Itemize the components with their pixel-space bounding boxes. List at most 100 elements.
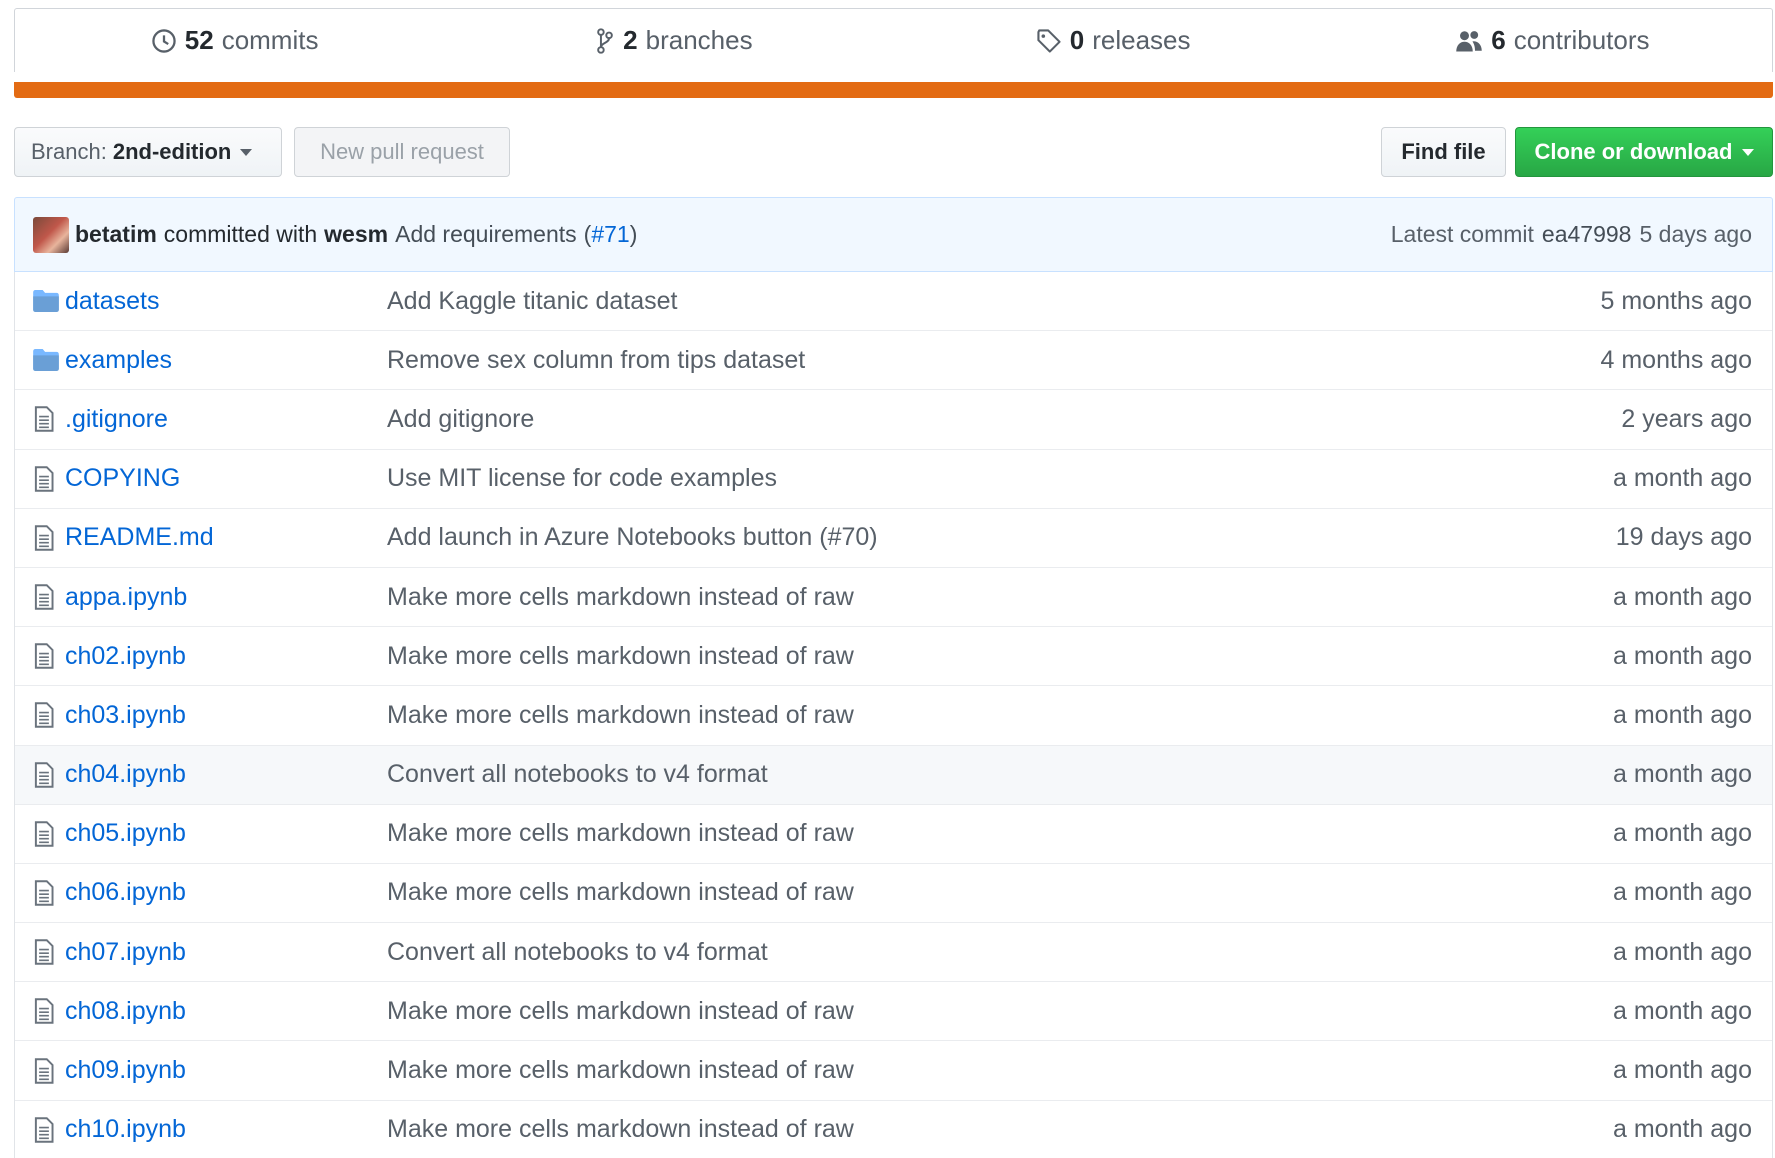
table-row[interactable]: appa.ipynb Make more cells markdown inste… [15,567,1772,628]
commit-author[interactable]: betatim [75,221,157,248]
commits-label: commits [221,25,319,55]
commits-link[interactable]: 52 commits [15,25,454,56]
commit-message-link[interactable]: Convert all notebooks to v4 format [387,938,1472,967]
commit-message-link[interactable]: Add gitignore [387,405,1472,434]
file-icon [15,761,65,788]
commit-message-link[interactable]: Make more cells markdown instead of raw [387,701,1472,730]
file-name-link[interactable]: .gitignore [65,405,387,434]
commit-message[interactable]: Add requirements [395,221,577,248]
table-row[interactable]: ch04.ipynb Convert all notebooks to v4 fo… [15,745,1772,805]
file-icon [15,406,65,433]
pr-link[interactable]: #71 [591,221,629,248]
new-pull-request-button[interactable]: New pull request [294,127,510,177]
file-name-link[interactable]: README.md [65,523,387,552]
commit-age: a month ago [1613,1056,1752,1085]
commit-message-link[interactable]: Make more cells markdown instead of raw [387,997,1472,1026]
branch-name: 2nd-edition [112,139,232,164]
file-name-link[interactable]: ch10.ipynb [65,1115,387,1144]
commit-age: a month ago [1613,996,1752,1025]
file-name-link[interactable]: ch05.ipynb [65,819,387,848]
branch-prefix: Branch: [31,139,107,164]
commit-message-link[interactable]: Make more cells markdown instead of raw [387,878,1472,907]
contributors-label: contributors [1513,25,1650,55]
file-icon [15,821,65,847]
commit-meta: Latest commit ea47998 5 days ago [1391,221,1752,248]
file-name-link[interactable]: ch04.ipynb [65,760,387,789]
repo-summary: 52 commits 2 branches 0 releases 6 contr… [14,8,1773,72]
file-name-link[interactable]: ch07.ipynb [65,938,387,967]
commit-message-link[interactable]: Make more cells markdown instead of raw [387,819,1472,848]
file-name-link[interactable]: ch08.ipynb [65,997,387,1026]
people-icon [1456,30,1482,51]
branches-link[interactable]: 2 branches [454,25,893,56]
pr-close-paren: ) [629,221,638,247]
releases-label: releases [1092,25,1191,55]
file-icon [15,643,65,669]
commit-message-link[interactable]: Make more cells markdown instead of raw [387,1056,1472,1085]
chevron-down-icon [1741,148,1754,156]
commit-age: a month ago [1613,464,1752,493]
contributors-link[interactable]: 6 contributors [1333,25,1772,56]
commit-message-link[interactable]: Use MIT license for code examples [387,464,1472,493]
table-row[interactable]: COPYING Use MIT license for code examples… [15,449,1772,509]
commit-age: 4 months ago [1600,345,1753,374]
file-name-link[interactable]: appa.ipynb [65,583,387,612]
file-name-link[interactable]: ch06.ipynb [65,878,387,907]
commit-message-link[interactable]: Add Kaggle titanic dataset [387,287,1472,316]
commit-age: a month ago [1613,641,1752,670]
table-row[interactable]: ch08.ipynb Make more cells markdown inste… [15,982,1772,1042]
table-row[interactable]: .gitignore Add gitignore 2 years ago [15,390,1772,450]
branch-select-button[interactable]: Branch: 2nd-edition [14,127,282,177]
table-row[interactable]: README.md Add launch in Azure Notebooks b… [15,508,1772,568]
table-row[interactable]: datasets Add Kaggle titanic dataset 5 mont… [15,272,1772,332]
table-row[interactable]: ch07.ipynb Convert all notebooks to v4 fo… [15,923,1772,983]
file-name-link[interactable]: examples [65,346,387,375]
commit-message-link[interactable]: Add launch in Azure Notebooks button (#7… [387,523,1472,552]
table-row[interactable]: ch05.ipynb Make more cells markdown inste… [15,804,1772,864]
commit-age: 5 days ago [1639,221,1752,247]
commit-age: 5 months ago [1600,286,1753,315]
chevron-down-icon [240,148,253,156]
folder-icon [15,290,65,313]
file-icon [15,880,65,906]
avatar[interactable] [33,216,69,253]
latest-commit-label: Latest commit [1390,221,1534,247]
commit-message-link[interactable]: Make more cells markdown instead of raw [387,583,1472,612]
find-file-button[interactable]: Find file [1381,127,1506,177]
contributors-count: 6 [1491,25,1506,55]
commit-committer[interactable]: wesm [324,221,388,248]
file-name-link[interactable]: datasets [65,287,387,316]
file-name-link[interactable]: COPYING [65,464,387,493]
clone-or-download-button[interactable]: Clone or download [1515,127,1773,177]
file-icon [15,939,65,965]
commit-message-link[interactable]: Make more cells markdown instead of raw [387,1115,1472,1144]
file-icon [15,1116,65,1143]
file-name-link[interactable]: ch09.ipynb [65,1056,387,1085]
table-row[interactable]: ch10.ipynb Make more cells markdown inste… [15,1100,1772,1158]
table-row[interactable]: ch06.ipynb Make more cells markdown inste… [15,863,1772,924]
committed-with-text: committed with [163,221,318,247]
commit-message-link[interactable]: Convert all notebooks to v4 format [387,760,1472,789]
file-name-link[interactable]: ch03.ipynb [65,701,387,730]
pr-open-paren: ( [583,221,592,247]
commit-age: a month ago [1613,937,1752,966]
commit-sha[interactable]: ea47998 [1542,221,1632,248]
commit-age: 19 days ago [1615,523,1752,552]
file-list: datasets Add Kaggle titanic dataset 5 mont… [14,272,1773,1158]
commit-age: a month ago [1613,582,1752,611]
table-row[interactable]: ch02.ipynb Make more cells markdown inste… [15,627,1772,687]
latest-commit-bar: betatim committed with wesm Add requirem… [14,197,1773,272]
branches-count: 2 [623,25,638,55]
table-row[interactable]: ch09.ipynb Make more cells markdown inste… [15,1041,1772,1101]
folder-icon [15,349,65,372]
language-bar[interactable] [14,82,1773,98]
commit-message-link[interactable]: Make more cells markdown instead of raw [387,642,1472,671]
table-row[interactable]: examples Remove sex column from tips data… [15,331,1772,391]
file-name-link[interactable]: ch02.ipynb [65,642,387,671]
table-row[interactable]: ch03.ipynb Make more cells markdown inste… [15,686,1772,746]
file-icon [15,702,65,729]
commit-message-link[interactable]: Remove sex column from tips dataset [387,346,1472,375]
file-icon [15,525,65,551]
releases-link[interactable]: 0 releases [894,25,1333,56]
commit-age: a month ago [1613,700,1752,729]
